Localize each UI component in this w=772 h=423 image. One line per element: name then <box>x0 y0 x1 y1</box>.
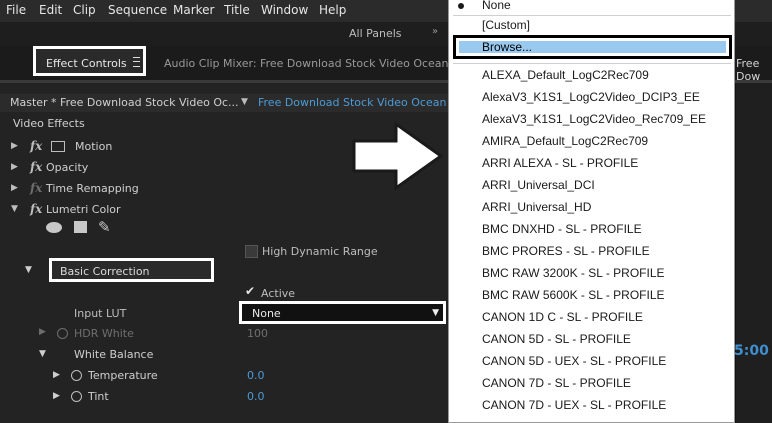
fx-icon[interactable]: fx <box>30 181 42 195</box>
dropdown-option[interactable]: AlexaV3_K1S1_LogC2Video_DCIP3_EE <box>482 90 700 104</box>
sequence-label[interactable]: Free Download Stock Video Ocean Wa <box>258 96 467 109</box>
fx-icon[interactable]: fx <box>30 160 42 174</box>
workspace-all-panels[interactable]: All Panels <box>349 27 402 40</box>
collapse-triangle-icon[interactable]: ▼ <box>25 265 32 275</box>
expand-triangle-icon[interactable]: ▶ <box>11 183 18 193</box>
tint-value[interactable]: 0.0 <box>247 390 265 403</box>
dropdown-option[interactable]: ARRI ALEXA - SL - PROFILE <box>482 156 638 170</box>
menu-window[interactable]: Window <box>261 3 308 17</box>
effect-label-time-remapping: Time Remapping <box>46 182 139 195</box>
stopwatch-icon[interactable] <box>71 370 82 381</box>
dropdown-option[interactable]: ARRI_Universal_HD <box>482 200 591 214</box>
dropdown-option[interactable]: CANON 5D - UEX - SL - PROFILE <box>482 354 666 368</box>
chevron-down-icon[interactable]: ▼ <box>432 308 439 318</box>
motion-transform-icon[interactable] <box>51 141 65 152</box>
hdr-white-label: HDR White <box>74 327 134 340</box>
effect-row-lumetri-color[interactable]: ▼ fx Lumetri Color <box>0 202 440 220</box>
menu-file[interactable]: File <box>6 3 26 17</box>
dropdown-separator <box>453 15 731 16</box>
collapse-triangle-icon[interactable]: ▼ <box>11 204 18 214</box>
expand-triangle-icon[interactable]: ▶ <box>11 141 18 151</box>
dropdown-option[interactable]: CANON 7D - UEX - SL - PROFILE <box>482 398 666 412</box>
dropdown-option[interactable]: CANON 1D C - SL - PROFILE <box>482 310 643 324</box>
tab-audio-clip-mixer[interactable]: Audio Clip Mixer: Free Download Stock Vi… <box>164 57 469 70</box>
menu-help[interactable]: Help <box>319 3 346 17</box>
active-checkbox[interactable]: ✔ <box>245 284 255 298</box>
dropdown-option[interactable]: ARRI_Universal_DCI <box>482 178 595 192</box>
temperature-value[interactable]: 0.0 <box>247 369 265 382</box>
dropdown-option[interactable]: CANON 7D - SL - PROFILE <box>482 376 631 390</box>
menu-marker[interactable]: Marker <box>173 3 214 17</box>
ellipse-mask-icon[interactable] <box>46 222 62 233</box>
dropdown-option[interactable]: ALEXA_Default_LogC2Rec709 <box>482 68 649 82</box>
video-effects-heading: Video Effects <box>13 117 85 130</box>
panel-separator <box>735 83 736 423</box>
dropdown-option-browse[interactable]: Browse... <box>453 35 732 59</box>
input-lut-label: Input LUT <box>74 307 127 320</box>
annotation-arrow-icon <box>352 122 444 190</box>
hdr-checkbox[interactable] <box>245 245 258 258</box>
dropdown-option[interactable]: AlexaV3_K1S1_LogC2Video_Rec709_EE <box>482 112 706 126</box>
source-clip-label[interactable]: Master * Free Download Stock Video Oc... <box>10 96 239 109</box>
temperature-label: Temperature <box>88 369 158 382</box>
fx-icon[interactable]: fx <box>30 202 42 216</box>
rectangle-mask-icon[interactable] <box>74 221 87 233</box>
collapse-triangle-icon[interactable]: ▼ <box>39 349 46 359</box>
chevron-down-icon[interactable]: ▼ <box>241 97 248 107</box>
effect-label-lumetri-color: Lumetri Color <box>46 203 121 216</box>
dropdown-option[interactable]: CANON 5D - SL - PROFILE <box>482 332 631 346</box>
dropdown-option[interactable]: BMC DNXHD - SL - PROFILE <box>482 222 642 236</box>
effect-label-opacity: Opacity <box>46 161 89 174</box>
tab-effect-controls-label: Effect Controls <box>46 57 127 70</box>
dropdown-option[interactable]: BMC PRORES - SL - PROFILE <box>482 244 650 258</box>
menu-sequence[interactable]: Sequence <box>108 3 167 17</box>
pen-mask-icon[interactable]: ✎ <box>98 218 111 236</box>
dropdown-option[interactable]: BMC RAW 3200K - SL - PROFILE <box>482 266 665 280</box>
workspace-overflow-icon[interactable]: » <box>432 26 438 37</box>
hdr-white-value: 100 <box>247 327 268 340</box>
tab-effect-controls[interactable]: Effect Controls <box>33 46 146 76</box>
hdr-label: High Dynamic Range <box>262 245 378 258</box>
expand-triangle-icon[interactable]: ▶ <box>53 370 60 380</box>
expand-triangle-icon[interactable]: ▶ <box>39 327 46 337</box>
program-timecode[interactable]: 5:00 <box>734 343 769 359</box>
lut-dropdown-list: None [Custom] Browse... ALEXA_Default_Lo… <box>448 0 735 423</box>
dropdown-separator <box>453 63 731 64</box>
tint-label: Tint <box>88 390 109 403</box>
panel-menu-icon[interactable] <box>133 57 140 67</box>
dropdown-option-custom[interactable]: [Custom] <box>482 18 530 32</box>
active-label: Active <box>261 287 296 300</box>
menu-edit[interactable]: Edit <box>39 3 62 17</box>
dropdown-option[interactable]: AMIRA_Default_LogC2Rec709 <box>482 134 648 148</box>
basic-correction-section[interactable]: Basic Correction <box>49 258 214 282</box>
dropdown-option-none[interactable]: None <box>482 0 511 12</box>
basic-correction-label: Basic Correction <box>60 265 150 278</box>
menu-title[interactable]: Title <box>224 3 250 17</box>
dropdown-option[interactable]: BMC RAW 5600K - SL - PROFILE <box>482 288 665 302</box>
input-lut-value: None <box>252 307 281 320</box>
effect-label-motion: Motion <box>75 140 113 153</box>
input-lut-select[interactable]: None ▼ <box>239 301 446 324</box>
selected-bullet-icon <box>458 3 464 9</box>
stopwatch-icon[interactable] <box>57 328 68 339</box>
white-balance-label: White Balance <box>74 348 154 361</box>
menu-clip[interactable]: Clip <box>73 3 96 17</box>
expand-triangle-icon[interactable]: ▶ <box>53 391 60 401</box>
browse-label: Browse... <box>482 40 533 54</box>
stopwatch-icon[interactable] <box>71 391 82 402</box>
program-monitor-strip <box>736 83 772 423</box>
clip-selector-row: Master * Free Download Stock Video Oc...… <box>0 94 467 112</box>
expand-triangle-icon[interactable]: ▶ <box>11 162 18 172</box>
fx-icon[interactable]: fx <box>30 139 42 153</box>
